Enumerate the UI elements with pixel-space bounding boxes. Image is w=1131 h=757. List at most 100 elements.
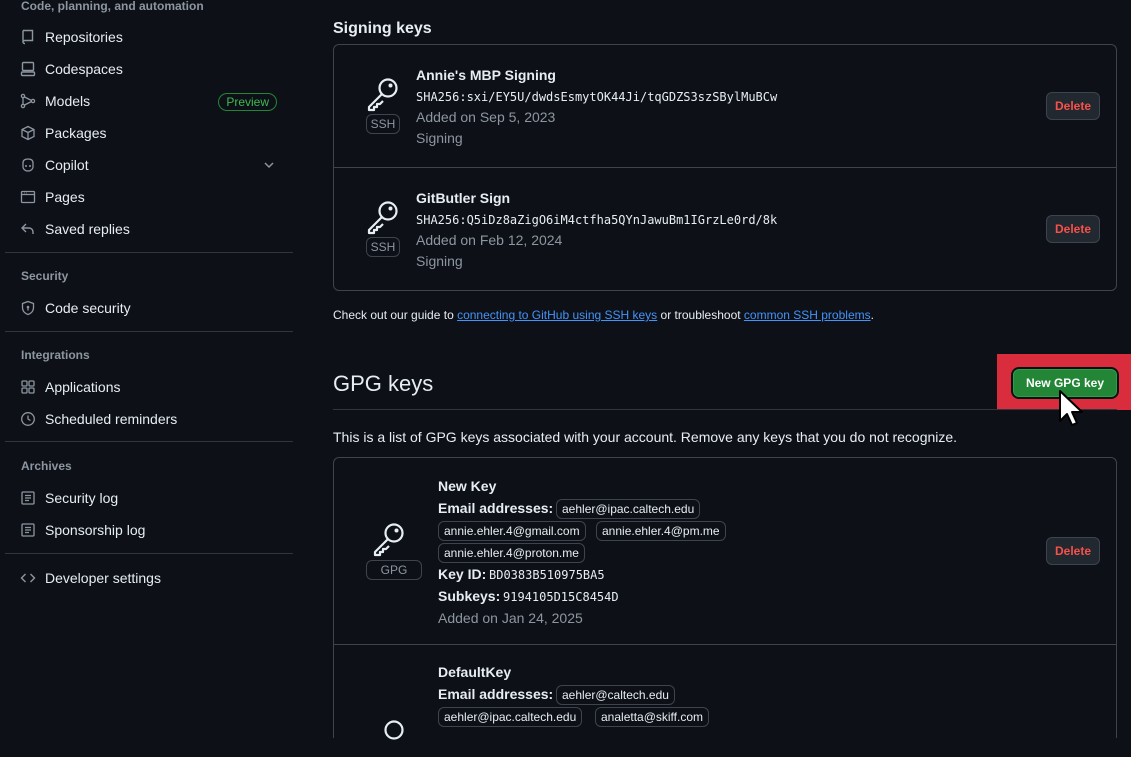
- apps-icon: [20, 379, 36, 395]
- mouse-cursor-icon: [1058, 389, 1086, 434]
- sidebar-item-label: Saved replies: [45, 221, 130, 237]
- guide-suffix: .: [870, 308, 874, 322]
- email-addresses-label: Email addresses:: [438, 500, 554, 516]
- list-item: DefaultKey Email addresses: aehler@calte…: [334, 644, 1116, 740]
- sidebar-heading-integrations: Integrations: [21, 348, 90, 362]
- sidebar-item-saved-replies[interactable]: Saved replies: [12, 214, 290, 244]
- sidebar-item-codespaces[interactable]: Codespaces: [12, 54, 290, 84]
- key-title: Annie's MBP Signing: [416, 67, 556, 83]
- key-fingerprint: SHA256:sxi/EY5U/dwdsEsmytOK44Ji/tqGDZS3s…: [416, 90, 778, 104]
- sidebar-item-label: Codespaces: [45, 61, 123, 77]
- key-id-label: Key ID:: [438, 566, 487, 582]
- reply-icon: [20, 221, 36, 237]
- delete-button[interactable]: Delete: [1046, 537, 1100, 565]
- repo-icon: [20, 29, 36, 45]
- copilot-icon: [20, 157, 36, 173]
- subkeys-label: Subkeys:: [438, 588, 501, 604]
- sidebar-item-label: Sponsorship log: [45, 522, 146, 538]
- key-type-badge: SSH: [366, 114, 400, 134]
- email-chip: aehler@ipac.caltech.edu: [556, 499, 701, 519]
- email-chip: aehler@caltech.edu: [556, 685, 675, 705]
- subkeys-value: 9194105D15C8454D: [503, 590, 619, 604]
- sidebar-item-models[interactable]: Models Preview: [12, 86, 290, 116]
- preview-badge: Preview: [218, 93, 277, 111]
- key-icon: [365, 199, 401, 238]
- key-added-date: Added on Jan 24, 2025: [438, 610, 583, 626]
- settings-sidebar: Code, planning, and automation Repositor…: [0, 0, 300, 723]
- key-id-value: BD0383B510975BA5: [489, 568, 605, 582]
- codespaces-icon: [20, 61, 36, 77]
- sidebar-item-label: Copilot: [45, 157, 89, 173]
- key-icon: [371, 521, 407, 560]
- sidebar-item-security-log[interactable]: Security log: [12, 483, 290, 513]
- sidebar-item-copilot[interactable]: Copilot: [12, 150, 290, 180]
- sidebar-heading-code: Code, planning, and automation: [21, 0, 204, 13]
- sidebar-item-applications[interactable]: Applications: [12, 372, 290, 402]
- email-chip: annie.ehler.4@pm.me: [596, 521, 726, 541]
- gpg-keys-title: GPG keys: [333, 371, 434, 396]
- key-title: DefaultKey: [438, 664, 512, 680]
- gpg-description: This is a list of GPG keys associated wi…: [333, 429, 958, 445]
- sidebar-item-label: Applications: [45, 379, 121, 395]
- delete-button[interactable]: Delete: [1046, 92, 1100, 120]
- sidebar-divider: [5, 252, 293, 253]
- sidebar-item-label: Security log: [45, 490, 119, 506]
- sidebar-item-pages[interactable]: Pages: [12, 182, 290, 212]
- clock-icon: [20, 411, 36, 427]
- key-added-date: Added on Feb 12, 2024: [416, 232, 563, 248]
- package-icon: [20, 125, 36, 141]
- list-item: GPG New Key Email addresses: aehler@ipac…: [334, 458, 1116, 644]
- ssh-guide-text: Check out our guide to connecting to Git…: [333, 308, 874, 322]
- log-icon: [20, 522, 36, 538]
- key-type-badge: SSH: [366, 237, 400, 257]
- ssh-troubleshoot-link[interactable]: common SSH problems: [744, 308, 871, 322]
- sidebar-item-sponsorship-log[interactable]: Sponsorship log: [12, 515, 290, 545]
- email-chip: aehler@ipac.caltech.edu: [438, 707, 583, 727]
- models-icon: [20, 93, 36, 109]
- sidebar-item-developer-settings[interactable]: Developer settings: [12, 563, 290, 593]
- key-fingerprint: SHA256:Q5iDz8aZigO6iM4ctfha5QYnJawuBm1IG…: [416, 213, 778, 227]
- signing-keys-title: Signing keys: [333, 20, 432, 37]
- section-divider: [333, 409, 1117, 410]
- signing-keys-list: SSH Annie's MBP Signing SHA256:sxi/EY5U/…: [333, 44, 1117, 291]
- key-title: GitButler Sign: [416, 190, 511, 206]
- guide-middle: or troubleshoot: [657, 308, 744, 322]
- sidebar-heading-archives: Archives: [21, 459, 72, 473]
- sidebar-divider: [5, 553, 293, 554]
- sidebar-item-packages[interactable]: Packages: [12, 118, 290, 148]
- sidebar-item-label: Models: [45, 93, 91, 109]
- code-icon: [20, 570, 36, 586]
- browser-icon: [20, 189, 36, 205]
- gpg-keys-list: GPG New Key Email addresses: aehler@ipac…: [333, 457, 1117, 740]
- sidebar-item-label: Pages: [45, 189, 85, 205]
- sidebar-item-label: Developer settings: [45, 570, 161, 586]
- guide-prefix: Check out our guide to: [333, 308, 458, 322]
- sidebar-divider: [5, 331, 293, 332]
- email-chip: annie.ehler.4@gmail.com: [438, 521, 586, 541]
- key-added-date: Added on Sep 5, 2023: [416, 109, 556, 125]
- sidebar-item-label: Packages: [45, 125, 107, 141]
- sidebar-item-label: Scheduled reminders: [45, 411, 178, 427]
- key-title: New Key: [438, 478, 497, 494]
- sidebar-divider: [5, 441, 293, 442]
- key-usage: Signing: [416, 253, 463, 269]
- email-chip: analetta@skiff.com: [595, 707, 710, 727]
- key-icon: [365, 76, 401, 115]
- delete-button[interactable]: Delete: [1046, 215, 1100, 243]
- email-chip: annie.ehler.4@proton.me: [438, 543, 585, 563]
- log-icon: [20, 490, 36, 506]
- key-usage: Signing: [416, 130, 463, 146]
- sidebar-item-repositories[interactable]: Repositories: [12, 22, 290, 52]
- ssh-guide-link[interactable]: connecting to GitHub using SSH keys: [457, 308, 657, 322]
- sidebar-item-scheduled-reminders[interactable]: Scheduled reminders: [12, 404, 290, 434]
- shield-icon: [20, 300, 36, 316]
- sidebar-item-code-security[interactable]: Code security: [12, 293, 290, 323]
- key-type-badge: GPG: [366, 560, 422, 580]
- key-icon: [371, 718, 407, 757]
- sidebar-item-label: Repositories: [45, 29, 123, 45]
- sidebar-heading-security: Security: [21, 269, 69, 283]
- chevron-down-icon[interactable]: [263, 158, 275, 174]
- list-item: SSH GitButler Sign SHA256:Q5iDz8aZigO6iM…: [334, 167, 1116, 290]
- sidebar-item-label: Code security: [45, 300, 131, 316]
- list-item: SSH Annie's MBP Signing SHA256:sxi/EY5U/…: [334, 45, 1116, 167]
